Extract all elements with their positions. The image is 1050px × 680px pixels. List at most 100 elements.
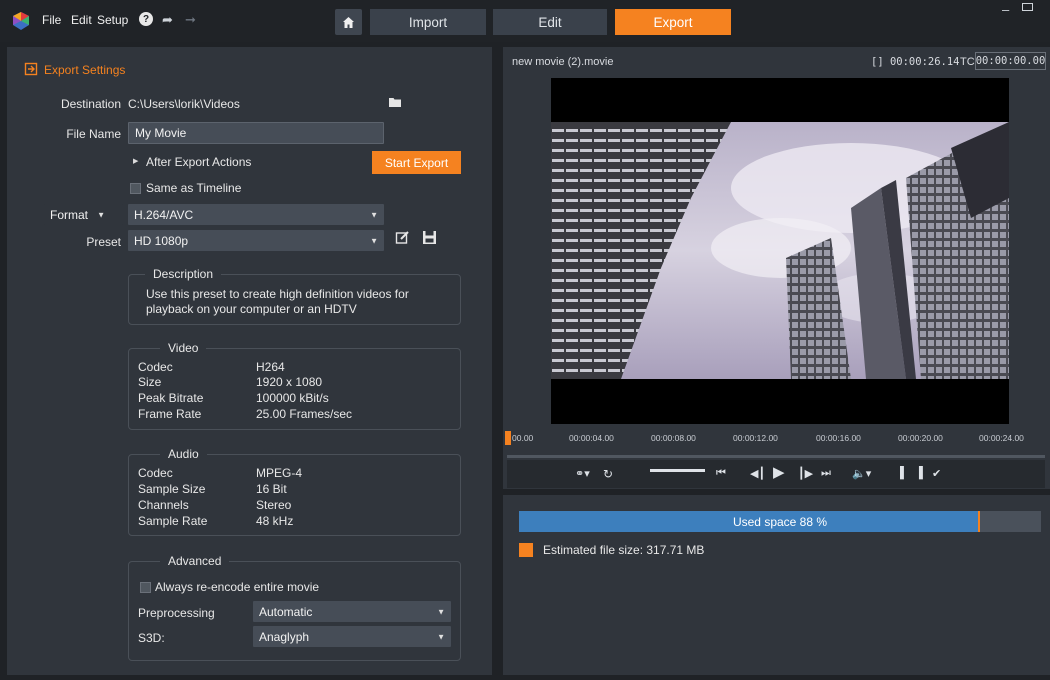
description-text-line1: Use this preset to create high definitio… bbox=[146, 287, 409, 301]
video-bitrate-label: Peak Bitrate bbox=[138, 391, 204, 405]
same-as-timeline-checkbox[interactable] bbox=[130, 183, 141, 194]
tab-edit[interactable]: Edit bbox=[493, 9, 607, 35]
preprocessing-value: Automatic bbox=[259, 604, 313, 619]
save-preset-icon[interactable] bbox=[422, 230, 437, 245]
tick-label: 00:00:08.00 bbox=[651, 433, 696, 443]
used-space-bar: Used space 88 % bbox=[519, 511, 1041, 532]
video-preview[interactable] bbox=[551, 78, 1009, 424]
minimize-icon[interactable]: – bbox=[1002, 2, 1009, 17]
home-button[interactable] bbox=[335, 9, 362, 35]
file-name-input[interactable]: My Movie bbox=[128, 122, 384, 144]
estimated-size-swatch bbox=[519, 543, 533, 557]
preprocessing-label: Preprocessing bbox=[138, 606, 215, 620]
step-back-icon[interactable]: ◀┃ bbox=[750, 467, 765, 480]
menu-edit[interactable]: Edit bbox=[71, 13, 92, 27]
audio-samplesize-value: 16 Bit bbox=[256, 482, 287, 496]
video-size-label: Size bbox=[138, 375, 162, 389]
step-forward-icon[interactable]: ┃▶ bbox=[798, 467, 813, 480]
tab-export[interactable]: Export bbox=[615, 9, 731, 35]
audio-channels-value: Stereo bbox=[256, 498, 292, 512]
expand-arrow-icon[interactable]: ▶ bbox=[133, 157, 138, 165]
playhead[interactable] bbox=[505, 431, 511, 445]
same-as-timeline-label: Same as Timeline bbox=[146, 181, 242, 195]
go-to-end-icon[interactable]: ⏭ bbox=[821, 467, 831, 480]
help-icon[interactable]: ? bbox=[139, 12, 153, 26]
home-icon bbox=[343, 16, 354, 28]
format-select[interactable]: H.264/AVC ▼ bbox=[128, 204, 384, 225]
duration-display: [] 00:00:26.14 bbox=[871, 56, 960, 68]
video-framerate-label: Frame Rate bbox=[138, 407, 202, 421]
reencode-label: Always re-encode entire movie bbox=[155, 580, 320, 594]
maximize-icon[interactable] bbox=[1022, 3, 1033, 11]
edit-preset-icon[interactable] bbox=[395, 230, 410, 245]
app-logo-icon bbox=[13, 12, 29, 30]
estimated-file-size: Estimated file size: 317.71 MB bbox=[543, 543, 705, 557]
format-dropdown[interactable]: Format ▼ bbox=[44, 204, 123, 225]
s3d-label: S3D: bbox=[138, 631, 165, 645]
after-export-actions[interactable]: After Export Actions bbox=[146, 155, 251, 169]
audio-samplerate-value: 48 kHz bbox=[256, 514, 294, 528]
chevron-down-icon: ▼ bbox=[370, 236, 378, 245]
destination-value: C:\Users\lorik\Videos bbox=[128, 97, 240, 111]
video-bitrate-value: 100000 kBit/s bbox=[256, 391, 329, 405]
chevron-down-icon: ▼ bbox=[437, 632, 445, 641]
description-title: Description bbox=[145, 267, 222, 281]
folder-icon[interactable] bbox=[389, 97, 401, 108]
timeline-track[interactable] bbox=[507, 455, 1045, 458]
tick-label: 00:00:24.00 bbox=[979, 433, 1024, 443]
video-frame-image bbox=[551, 122, 1009, 379]
timecode-input[interactable]: 00:00:00.00 bbox=[975, 52, 1046, 70]
used-space-label: Used space 88 % bbox=[732, 514, 828, 529]
tick-label: 00.00 bbox=[512, 433, 534, 443]
chevron-down-icon: ▼ bbox=[370, 210, 378, 219]
description-text-line2: playback on your computer or an HDTV bbox=[146, 302, 357, 316]
play-icon[interactable]: ▶ bbox=[773, 463, 785, 481]
redo-icon[interactable]: ➞ bbox=[185, 12, 196, 28]
menu-file[interactable]: File bbox=[42, 13, 61, 27]
export-settings-title: Export Settings bbox=[44, 63, 126, 77]
tick-label: 00:00:04.00 bbox=[569, 433, 614, 443]
s3d-value: Anaglyph bbox=[259, 629, 310, 644]
undo-icon[interactable]: ➦ bbox=[162, 12, 173, 28]
format-value: H.264/AVC bbox=[134, 207, 194, 222]
shuttle-icon[interactable]: ▬▬▬▬▬▬ bbox=[650, 464, 705, 475]
audio-samplesize-label: Sample Size bbox=[138, 482, 206, 496]
audio-samplerate-label: Sample Rate bbox=[138, 514, 208, 528]
tick-label: 00:00:20.00 bbox=[898, 433, 943, 443]
destination-label: Destination bbox=[60, 97, 121, 111]
go-to-start-icon[interactable]: ⏮ bbox=[716, 467, 726, 480]
format-label: Format bbox=[50, 207, 89, 222]
tick-label: 00:00:12.00 bbox=[733, 433, 778, 443]
video-codec-label: Codec bbox=[138, 360, 173, 374]
volume-icon[interactable]: 🔈▾ bbox=[852, 467, 871, 480]
start-export-button[interactable]: Start Export bbox=[372, 151, 461, 174]
video-size-value: 1920 x 1080 bbox=[256, 375, 323, 389]
video-title: Video bbox=[160, 341, 207, 355]
preset-value: HD 1080p bbox=[134, 233, 189, 248]
tab-import[interactable]: Import bbox=[370, 9, 486, 35]
s3d-select[interactable]: Anaglyph ▼ bbox=[253, 626, 451, 647]
mark-in-icon[interactable]: ▌ bbox=[900, 467, 908, 479]
chevron-down-icon: ▼ bbox=[97, 210, 105, 219]
tc-label: TC bbox=[960, 56, 975, 68]
mark-out-icon[interactable]: ▐ bbox=[915, 467, 923, 479]
movie-name: new movie (2).movie bbox=[512, 56, 614, 68]
video-codec-value: H264 bbox=[256, 360, 285, 374]
3d-glasses-icon[interactable]: ⚭▾ bbox=[575, 467, 590, 480]
video-framerate-value: 25.00 Frames/sec bbox=[256, 407, 353, 421]
tick-label: 00:00:16.00 bbox=[816, 433, 861, 443]
menu-setup[interactable]: Setup bbox=[97, 13, 128, 27]
file-name-label: File Name bbox=[66, 127, 121, 141]
export-settings-icon bbox=[24, 62, 38, 76]
reencode-checkbox[interactable] bbox=[140, 582, 151, 593]
preset-select[interactable]: HD 1080p ▼ bbox=[128, 230, 384, 251]
audio-title: Audio bbox=[160, 447, 207, 461]
audio-codec-value: MPEG-4 bbox=[256, 466, 303, 480]
split-icon[interactable]: ✔ bbox=[932, 467, 941, 480]
chevron-down-icon: ▼ bbox=[437, 607, 445, 616]
preprocessing-select[interactable]: Automatic ▼ bbox=[253, 601, 451, 622]
audio-channels-label: Channels bbox=[138, 498, 189, 512]
loop-icon[interactable]: ↻ bbox=[603, 467, 613, 481]
audio-codec-label: Codec bbox=[138, 466, 173, 480]
advanced-title: Advanced bbox=[160, 554, 230, 568]
